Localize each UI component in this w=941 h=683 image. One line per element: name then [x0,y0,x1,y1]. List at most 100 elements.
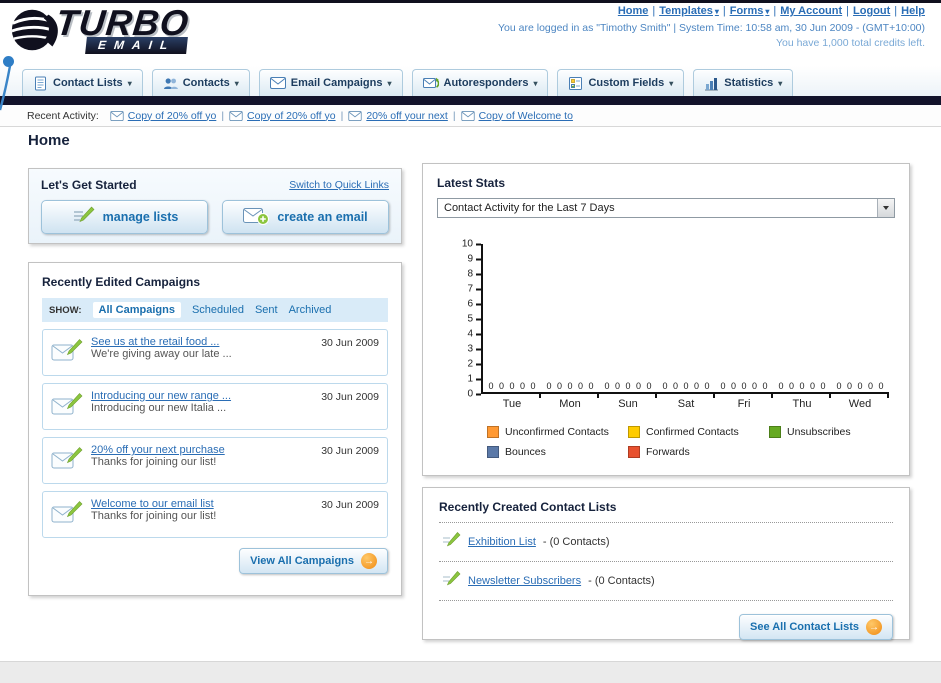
bar-group: 00000 [599,381,657,398]
tab-autoresponders[interactable]: Autoresponders ▾ [411,69,549,96]
envelope-icon [460,110,475,121]
campaign-date: 30 Jun 2009 [321,337,379,349]
see-all-contact-lists-button[interactable]: See All Contact Lists → [738,614,893,640]
filter-archived[interactable]: Archived [289,304,332,316]
separator: | [773,5,777,17]
bar-value-label: 0 [799,381,805,391]
bar-value-label: 0 [693,381,699,391]
app-logo[interactable]: TURBO EMAIL [8,2,191,56]
bar-value-label: 0 [588,381,594,391]
campaign-item: Welcome to our email list Thanks for joi… [42,491,388,538]
bar-value-label: 0 [577,381,583,391]
main-nav-bar: Contact Lists ▾ Contacts ▾ Email Campaig… [0,66,941,96]
statistics-icon [704,76,719,91]
bar-value-label: 0 [720,381,726,391]
tab-contacts[interactable]: Contacts ▾ [151,69,250,96]
bar-group: 00000 [657,381,715,398]
button-label: manage lists [102,210,179,224]
bar-group: 00000 [541,381,599,398]
tab-email-campaigns[interactable]: Email Campaigns ▾ [258,69,403,96]
y-tick: 9 [467,254,481,265]
filter-scheduled[interactable]: Scheduled [192,304,244,316]
y-tick: 8 [467,269,481,280]
page-footer [0,661,941,683]
arrow-glyph: → [364,555,374,567]
custom-fields-icon [568,76,583,91]
legend-swatch [628,426,640,438]
filter-all-campaigns[interactable]: All Campaigns [92,302,181,318]
bar-value-label: 0 [498,381,504,391]
bar-value-label: 0 [836,381,842,391]
bar-value-label: 0 [519,381,525,391]
separator: | [846,5,850,17]
envelope-icon [110,110,124,121]
chart-legend: Unconfirmed Contacts Confirmed Contacts Un… [487,426,895,458]
contact-list-link[interactable]: Newsletter Subscribers [468,575,581,587]
legend-swatch [769,426,781,438]
tab-custom-fields[interactable]: Custom Fields ▾ [557,69,685,96]
arrow-right-icon: → [866,619,882,635]
legend-item: Bounces [487,446,628,458]
bar-value-label: 0 [530,381,536,391]
contact-list-link[interactable]: Exhibition List [468,536,536,548]
campaign-title-link[interactable]: See us at the retail food ... [91,336,313,348]
latest-stats-panel: Latest Stats Contact Activity for the La… [422,163,910,476]
recent-activity-link[interactable]: Copy of Welcome to [479,110,573,122]
top-link-home[interactable]: Home [618,5,649,17]
recent-activity-item: 20% off your next [348,110,448,122]
dropdown-arrow-icon: ▾ [533,78,538,88]
bar-value-label: 0 [867,381,873,391]
tab-contact-lists[interactable]: Contact Lists ▾ [22,69,143,96]
contact-lists-panel-title: Recently Created Contact Lists [439,500,617,514]
legend-label: Forwards [646,446,690,458]
bar-value-label: 0 [556,381,562,391]
y-tick: 7 [467,284,481,295]
recent-activity-link[interactable]: Copy of 20% off yo [128,110,217,122]
contact-lists-icon [33,76,48,91]
bar-value-label: 0 [625,381,631,391]
create-email-button[interactable]: create an email [222,200,389,234]
top-link-label: Templates [659,5,713,17]
credits-info: You have 1,000 total credits left. [775,37,925,49]
bar-value-label: 0 [857,381,863,391]
stats-period-select[interactable]: Contact Activity for the Last 7 Days [437,198,895,218]
bar-value-label: 0 [662,381,668,391]
recent-activity-link[interactable]: Copy of 20% off yo [247,110,336,122]
y-tick: 0 [467,389,481,400]
campaign-item: 20% off your next purchase Thanks for jo… [42,437,388,484]
campaign-title-link[interactable]: Welcome to our email list [91,498,313,510]
switch-to-quick-links-link[interactable]: Switch to Quick Links [289,179,389,191]
campaign-item: Introducing our new range ... Introducin… [42,383,388,430]
bar-value-label: 0 [704,381,710,391]
new-email-icon [243,206,270,229]
bar-group: 00000 [773,381,831,398]
arrow-glyph: → [869,621,879,633]
bar-value-label: 0 [762,381,768,391]
pencil-icon [441,570,461,592]
recent-activity-bar: Recent Activity: Copy of 20% off yo | Co… [0,105,941,127]
legend-item: Confirmed Contacts [628,426,769,438]
arrow-right-icon: → [361,553,377,569]
top-link-forms[interactable]: Forms ▾ [730,5,770,17]
dropdown-arrow-icon: ▾ [234,78,239,88]
page-title: Home [28,132,70,149]
tab-statistics[interactable]: Statistics ▾ [693,69,794,96]
top-link-logout[interactable]: Logout [853,5,890,17]
x-axis-label: Wed [848,398,872,410]
view-all-campaigns-button[interactable]: View All Campaigns → [239,548,388,574]
top-link-help[interactable]: Help [901,5,925,17]
bar-value-label: 0 [604,381,610,391]
edit-envelope-icon [51,444,83,478]
get-started-title: Let's Get Started [41,178,137,192]
top-link-templates[interactable]: Templates ▾ [659,5,719,17]
chart-y-axis: 0 1 2 3 4 5 6 7 8 9 10 [451,239,481,400]
dropdown-arrow-icon: ▾ [765,7,770,16]
filter-sent[interactable]: Sent [255,304,278,316]
recent-activity-link[interactable]: 20% off your next [366,110,448,122]
manage-lists-button[interactable]: manage lists [41,200,208,234]
bar-value-label: 0 [788,381,794,391]
top-link-my-account[interactable]: My Account [780,5,842,17]
button-label: See All Contact Lists [749,621,859,633]
campaign-title-link[interactable]: Introducing our new range ... [91,390,313,402]
campaign-title-link[interactable]: 20% off your next purchase [91,444,313,456]
